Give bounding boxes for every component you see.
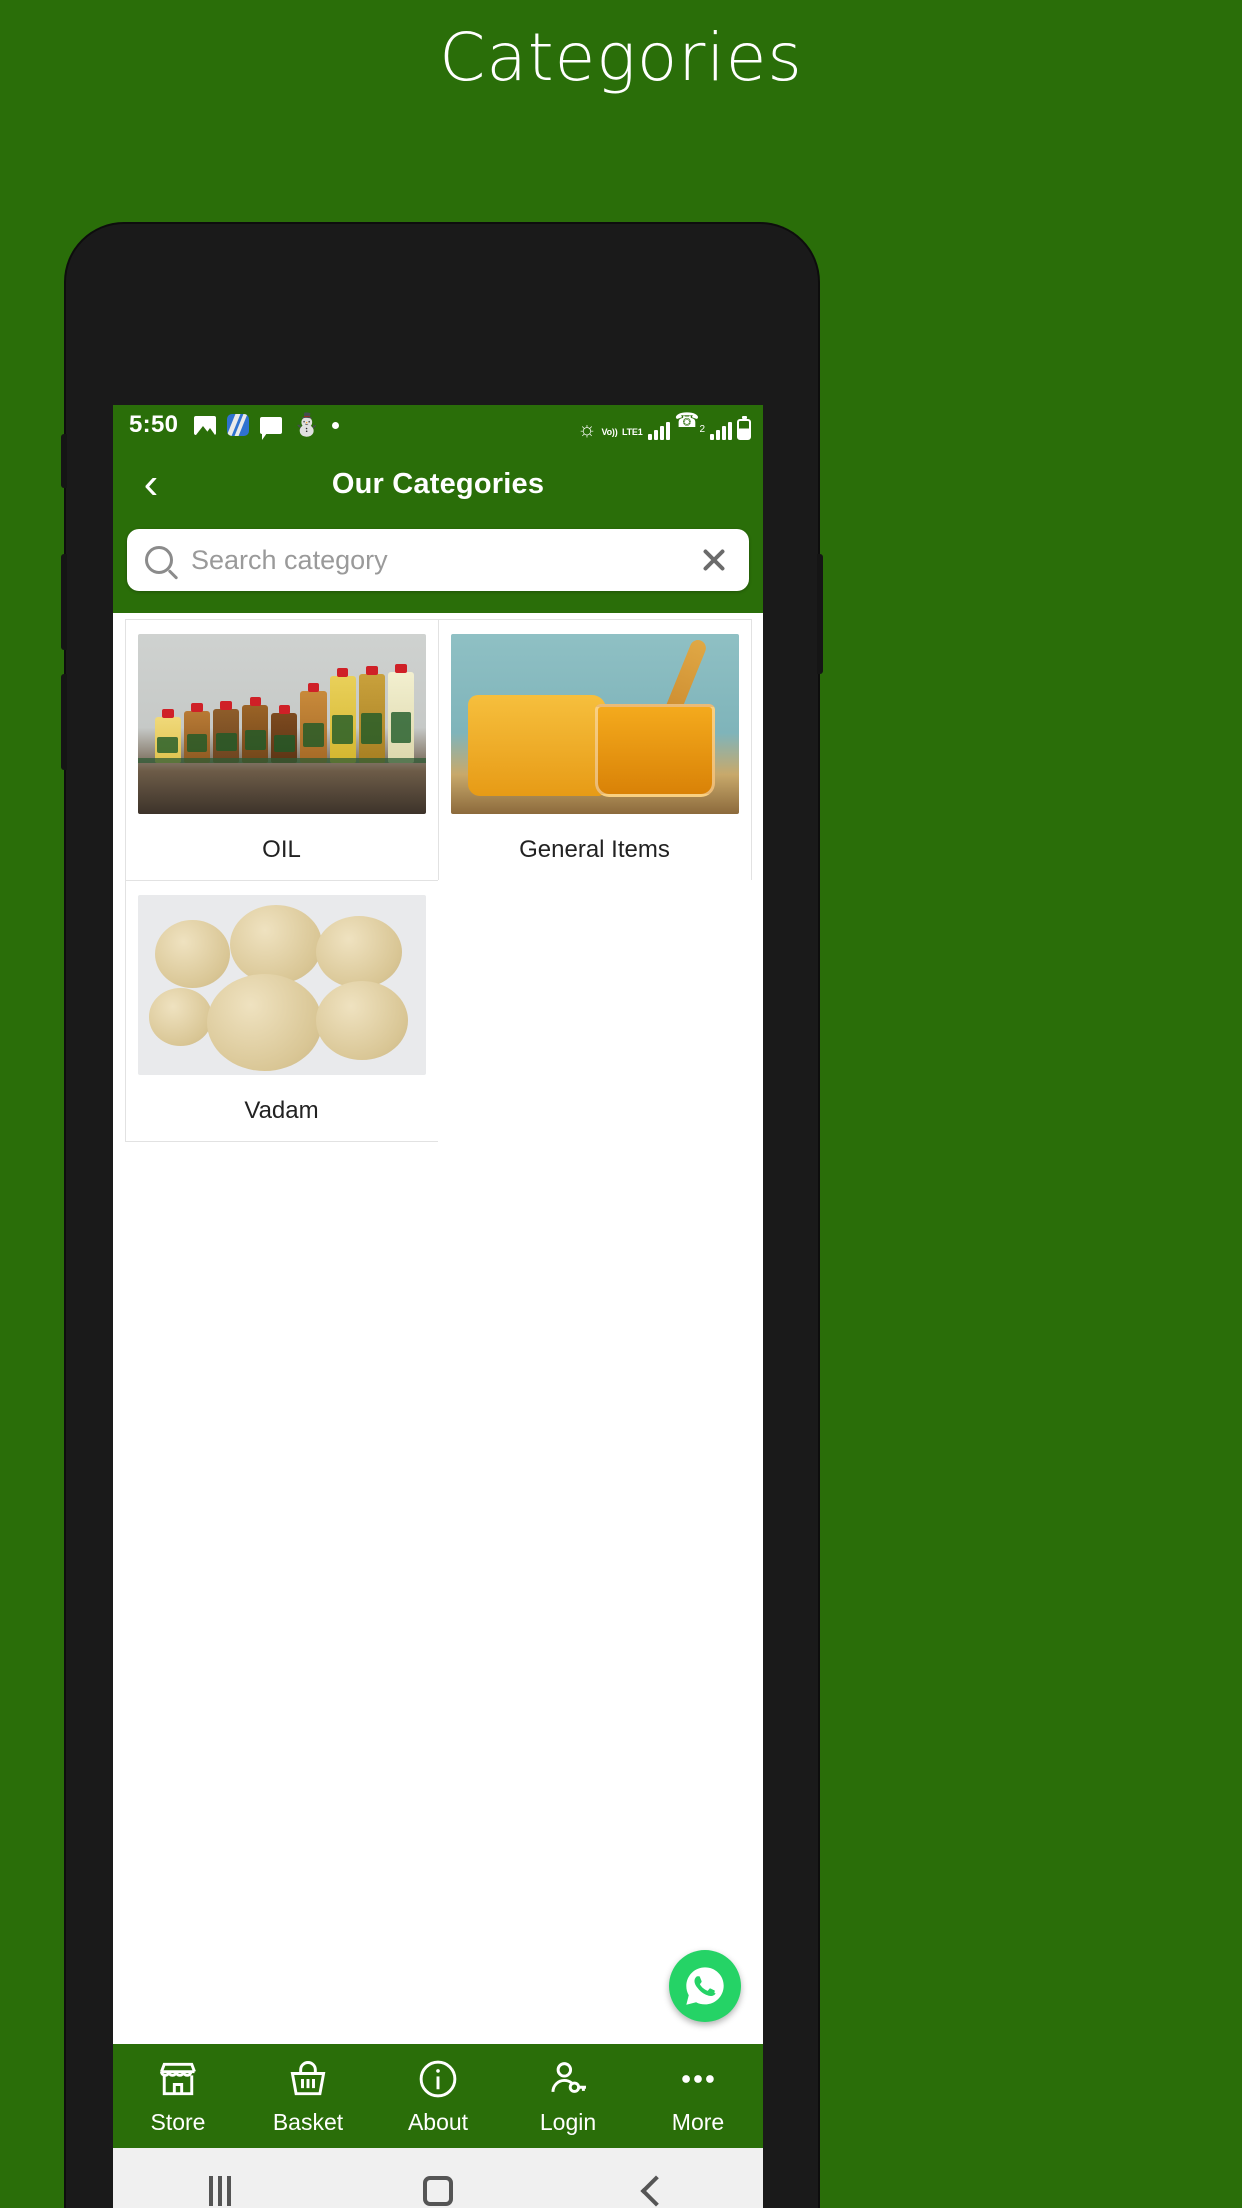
recents-button[interactable]	[209, 2176, 231, 2206]
status-system-icons: ☼ Vo)) LTE1 ☎2	[577, 411, 751, 440]
user-key-icon	[551, 2061, 586, 2093]
wifi-calling-icon: ☎2	[674, 409, 705, 435]
nav-item-login[interactable]: Login	[503, 2057, 633, 2136]
nav-label: Login	[539, 2108, 597, 2135]
nav-label: Basket	[272, 2108, 344, 2135]
category-card-oil[interactable]: OIL	[124, 618, 439, 881]
honey-jar-photo	[450, 633, 739, 814]
phone-screen: 5:50 ⛄ ☼ Vo)) LTE1 ☎2 ‹ Our Categories S…	[113, 405, 763, 2208]
honeycomb-shape	[467, 694, 606, 796]
signal-bars	[647, 421, 670, 440]
battery-icon	[737, 415, 751, 440]
phone-button-volume-down	[61, 674, 67, 770]
signal-bars-2	[710, 421, 732, 440]
chat-bubble-icon	[260, 416, 283, 440]
store-icon	[160, 2062, 196, 2095]
phone-mockup: 5:50 ⛄ ☼ Vo)) LTE1 ☎2 ‹ Our Categories S…	[61, 224, 823, 2208]
oil-bottles-shapes	[154, 662, 415, 764]
system-navigation-bar	[113, 2148, 763, 2208]
category-label: OIL	[262, 835, 301, 863]
category-list: OIL General Items Vadam	[113, 613, 763, 2044]
search-icon	[145, 546, 173, 574]
image-icon	[194, 415, 217, 435]
system-back-button[interactable]	[640, 2175, 672, 2207]
blue-app-icon	[227, 414, 250, 436]
page-title: Categories	[439, 19, 803, 96]
basket-icon	[290, 2060, 326, 2095]
app-bar: ‹ Our Categories	[113, 445, 763, 523]
volte-indicator: Vo)) LTE1	[601, 426, 643, 437]
whatsapp-button[interactable]	[669, 1950, 741, 2022]
category-grid: OIL General Items Vadam	[124, 618, 752, 1142]
category-label: Vadam	[244, 1096, 319, 1124]
wifi-icon: ☼	[577, 417, 597, 441]
search-input[interactable]	[191, 544, 697, 576]
nav-item-about[interactable]: About	[373, 2057, 503, 2136]
gmail-icon: ⛄	[293, 412, 321, 437]
status-time: 5:50	[129, 411, 179, 438]
category-card-general-items[interactable]: General Items	[437, 618, 752, 881]
ellipsis-icon	[682, 2074, 714, 2083]
back-icon[interactable]: ‹	[129, 462, 173, 506]
category-card-vadam[interactable]: Vadam	[124, 879, 439, 1142]
category-card-placeholder	[437, 879, 752, 1142]
nav-item-basket[interactable]: Basket	[243, 2057, 373, 2136]
status-bar: 5:50 ⛄ ☼ Vo)) LTE1 ☎2	[113, 405, 763, 445]
honey-jar-shape	[594, 703, 716, 798]
info-icon	[419, 2060, 457, 2097]
close-icon[interactable]	[697, 543, 731, 577]
bottom-navigation: Store Basket About Login More	[113, 2044, 763, 2148]
search-box[interactable]	[127, 529, 749, 591]
nav-label: More	[671, 2108, 725, 2135]
app-bar-title: Our Categories	[331, 467, 545, 500]
home-button[interactable]	[423, 2176, 453, 2206]
nav-label: About	[407, 2108, 469, 2135]
phone-button-mute	[61, 434, 67, 488]
nav-item-more[interactable]: More	[633, 2057, 763, 2136]
category-label: General Items	[519, 835, 670, 863]
search-section	[113, 523, 763, 613]
nav-label: Store	[150, 2108, 206, 2135]
dot-icon	[331, 421, 339, 429]
phone-button-power	[817, 554, 823, 674]
phone-button-volume-up	[61, 554, 67, 650]
nav-item-store[interactable]: Store	[113, 2057, 243, 2136]
vadam-discs-photo	[137, 894, 426, 1075]
status-notification-icons: ⛄	[194, 412, 339, 440]
shelf-line	[137, 758, 426, 764]
oil-bottles-photo	[137, 633, 426, 814]
whatsapp-icon	[686, 1967, 724, 2005]
